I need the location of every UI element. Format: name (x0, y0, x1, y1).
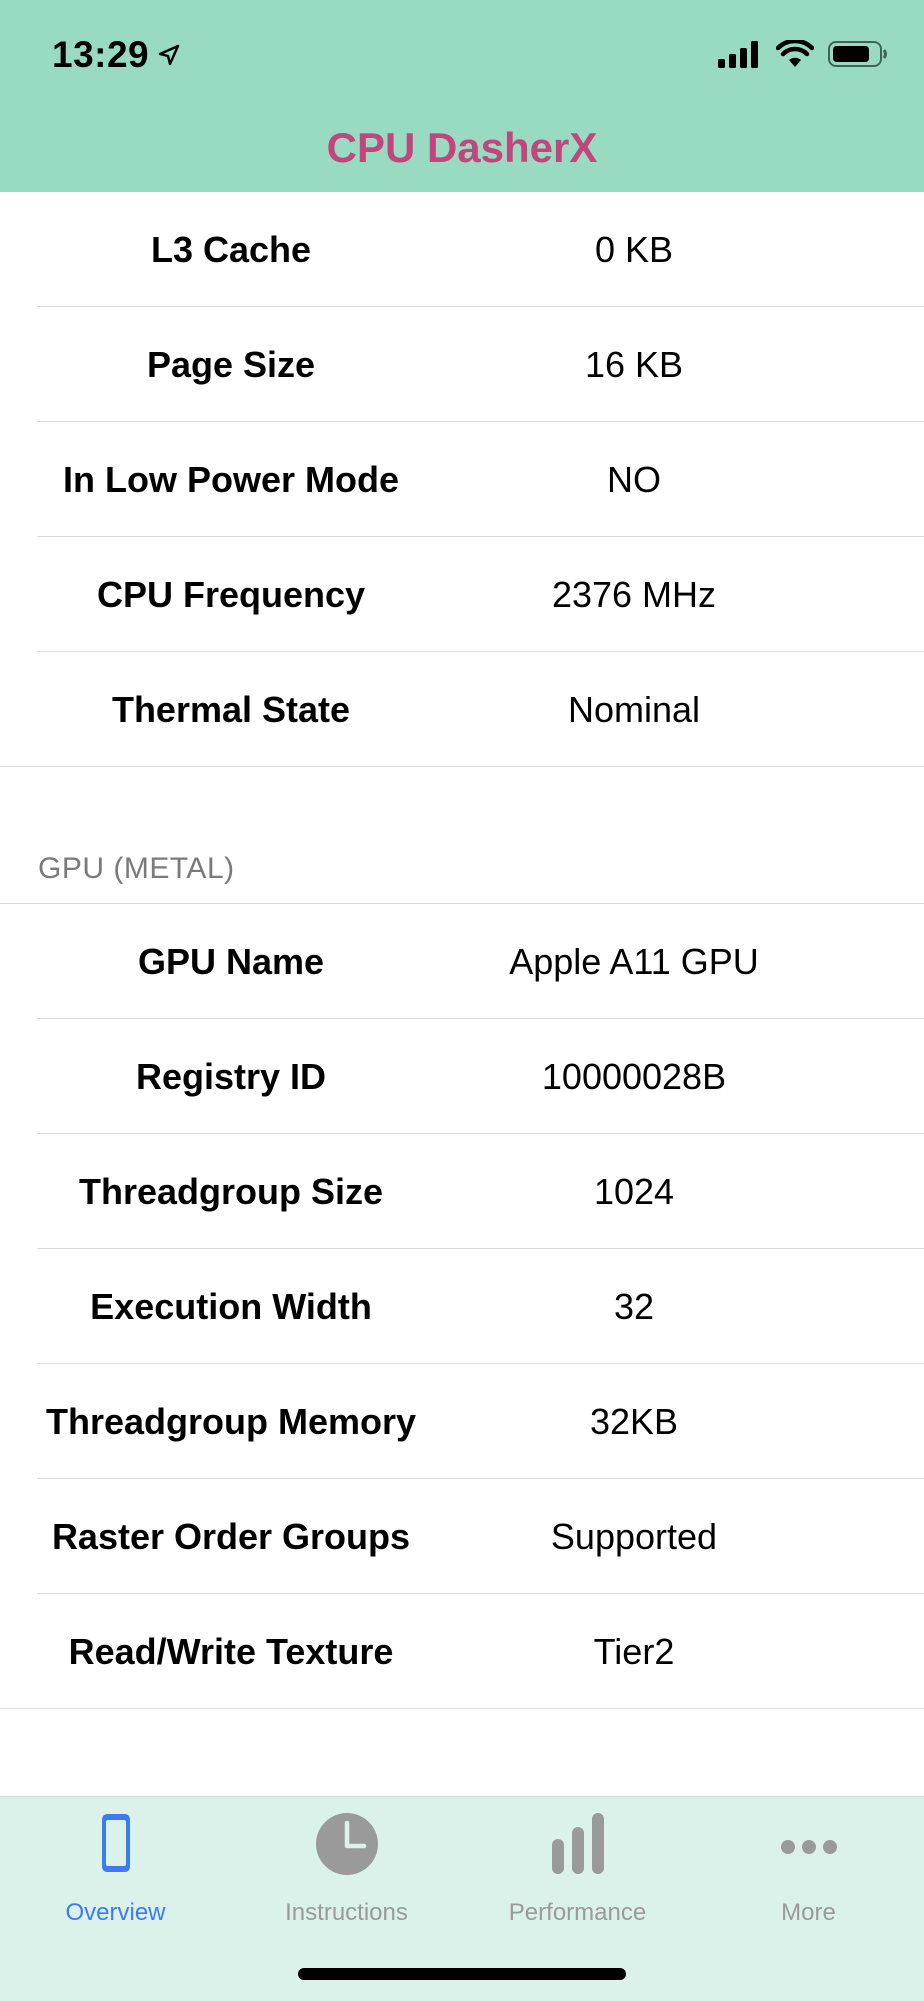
row-value: 32 (613, 1285, 655, 1327)
row-label: Threadgroup Size (78, 1170, 384, 1212)
tab-label: Overview (65, 1899, 166, 1926)
list-row-raster-order-groups: Raster Order Groups Supported (0, 1479, 924, 1594)
tab-label: Instructions (285, 1899, 408, 1926)
row-label: CPU Frequency (96, 573, 366, 615)
row-value: 10000028B (541, 1055, 727, 1097)
tab-label: More (781, 1899, 836, 1926)
nav-header: 13:29 CPU DasherX (0, 0, 924, 192)
section-header-gpu: GPU (METAL) (0, 767, 924, 904)
status-time: 13:29 (52, 34, 181, 76)
cellular-signal-icon (718, 41, 758, 68)
row-label: Thermal State (111, 688, 351, 730)
details-list[interactable]: L3 Cache 0 KB Page Size 16 KB In Low Pow… (0, 192, 924, 1709)
list-row-threadgroup-size: Threadgroup Size 1024 (0, 1134, 924, 1249)
row-value: 1024 (593, 1170, 675, 1212)
tab-more[interactable]: More (693, 1797, 924, 1927)
section-header-text: GPU (METAL) (38, 852, 235, 885)
row-value: Tier2 (593, 1630, 675, 1672)
tab-overview[interactable]: Overview (0, 1797, 231, 1927)
row-label: Execution Width (90, 1285, 372, 1327)
list-row-low-power-mode: In Low Power Mode NO (0, 422, 924, 537)
list-row-page-size: Page Size 16 KB (0, 307, 924, 422)
phone-icon (101, 1814, 130, 1872)
row-value: Supported (550, 1515, 718, 1557)
row-label: Page Size (146, 343, 316, 385)
wifi-icon (776, 40, 814, 67)
bar-chart-icon (551, 1813, 604, 1874)
row-value: 32KB (589, 1400, 679, 1442)
app-title: CPU DasherX (326, 124, 598, 171)
row-value: Nominal (567, 688, 701, 730)
list-row-registry-id: Registry ID 10000028B (0, 1019, 924, 1134)
tab-instructions[interactable]: Instructions (231, 1797, 462, 1927)
tab-performance[interactable]: Performance (462, 1797, 693, 1927)
tab-label: Performance (508, 1899, 647, 1926)
battery-icon (828, 41, 887, 67)
row-label: GPU Name (137, 940, 325, 982)
location-arrow-icon (158, 44, 180, 66)
list-row-cpu-frequency: CPU Frequency 2376 MHz (0, 537, 924, 652)
list-row-read-write-texture: Read/Write Texture Tier2 (0, 1594, 924, 1709)
list-row-l3-cache: L3 Cache 0 KB (0, 192, 924, 307)
status-icons (718, 40, 888, 68)
row-value: 0 KB (594, 228, 674, 270)
row-label: L3 Cache (150, 228, 312, 270)
row-label: Read/Write Texture (68, 1630, 394, 1672)
row-value: 16 KB (584, 343, 684, 385)
list-row-execution-width: Execution Width 32 (0, 1249, 924, 1364)
list-row-thermal-state: Thermal State Nominal (0, 652, 924, 767)
list-row-threadgroup-memory: Threadgroup Memory 32KB (0, 1364, 924, 1479)
row-label: In Low Power Mode (62, 458, 399, 500)
row-value: Apple A11 GPU (509, 940, 759, 982)
clock-icon (315, 1813, 378, 1875)
more-dots-icon (780, 1840, 837, 1854)
time-text: 13:29 (52, 34, 150, 75)
row-label: Registry ID (135, 1055, 327, 1097)
home-indicator[interactable] (298, 1968, 626, 1980)
row-label: Threadgroup Memory (45, 1400, 417, 1442)
row-label: Raster Order Groups (51, 1515, 411, 1557)
row-value: 2376 MHz (551, 573, 717, 615)
list-row-gpu-name: GPU Name Apple A11 GPU (0, 904, 924, 1019)
row-value: NO (607, 458, 661, 500)
